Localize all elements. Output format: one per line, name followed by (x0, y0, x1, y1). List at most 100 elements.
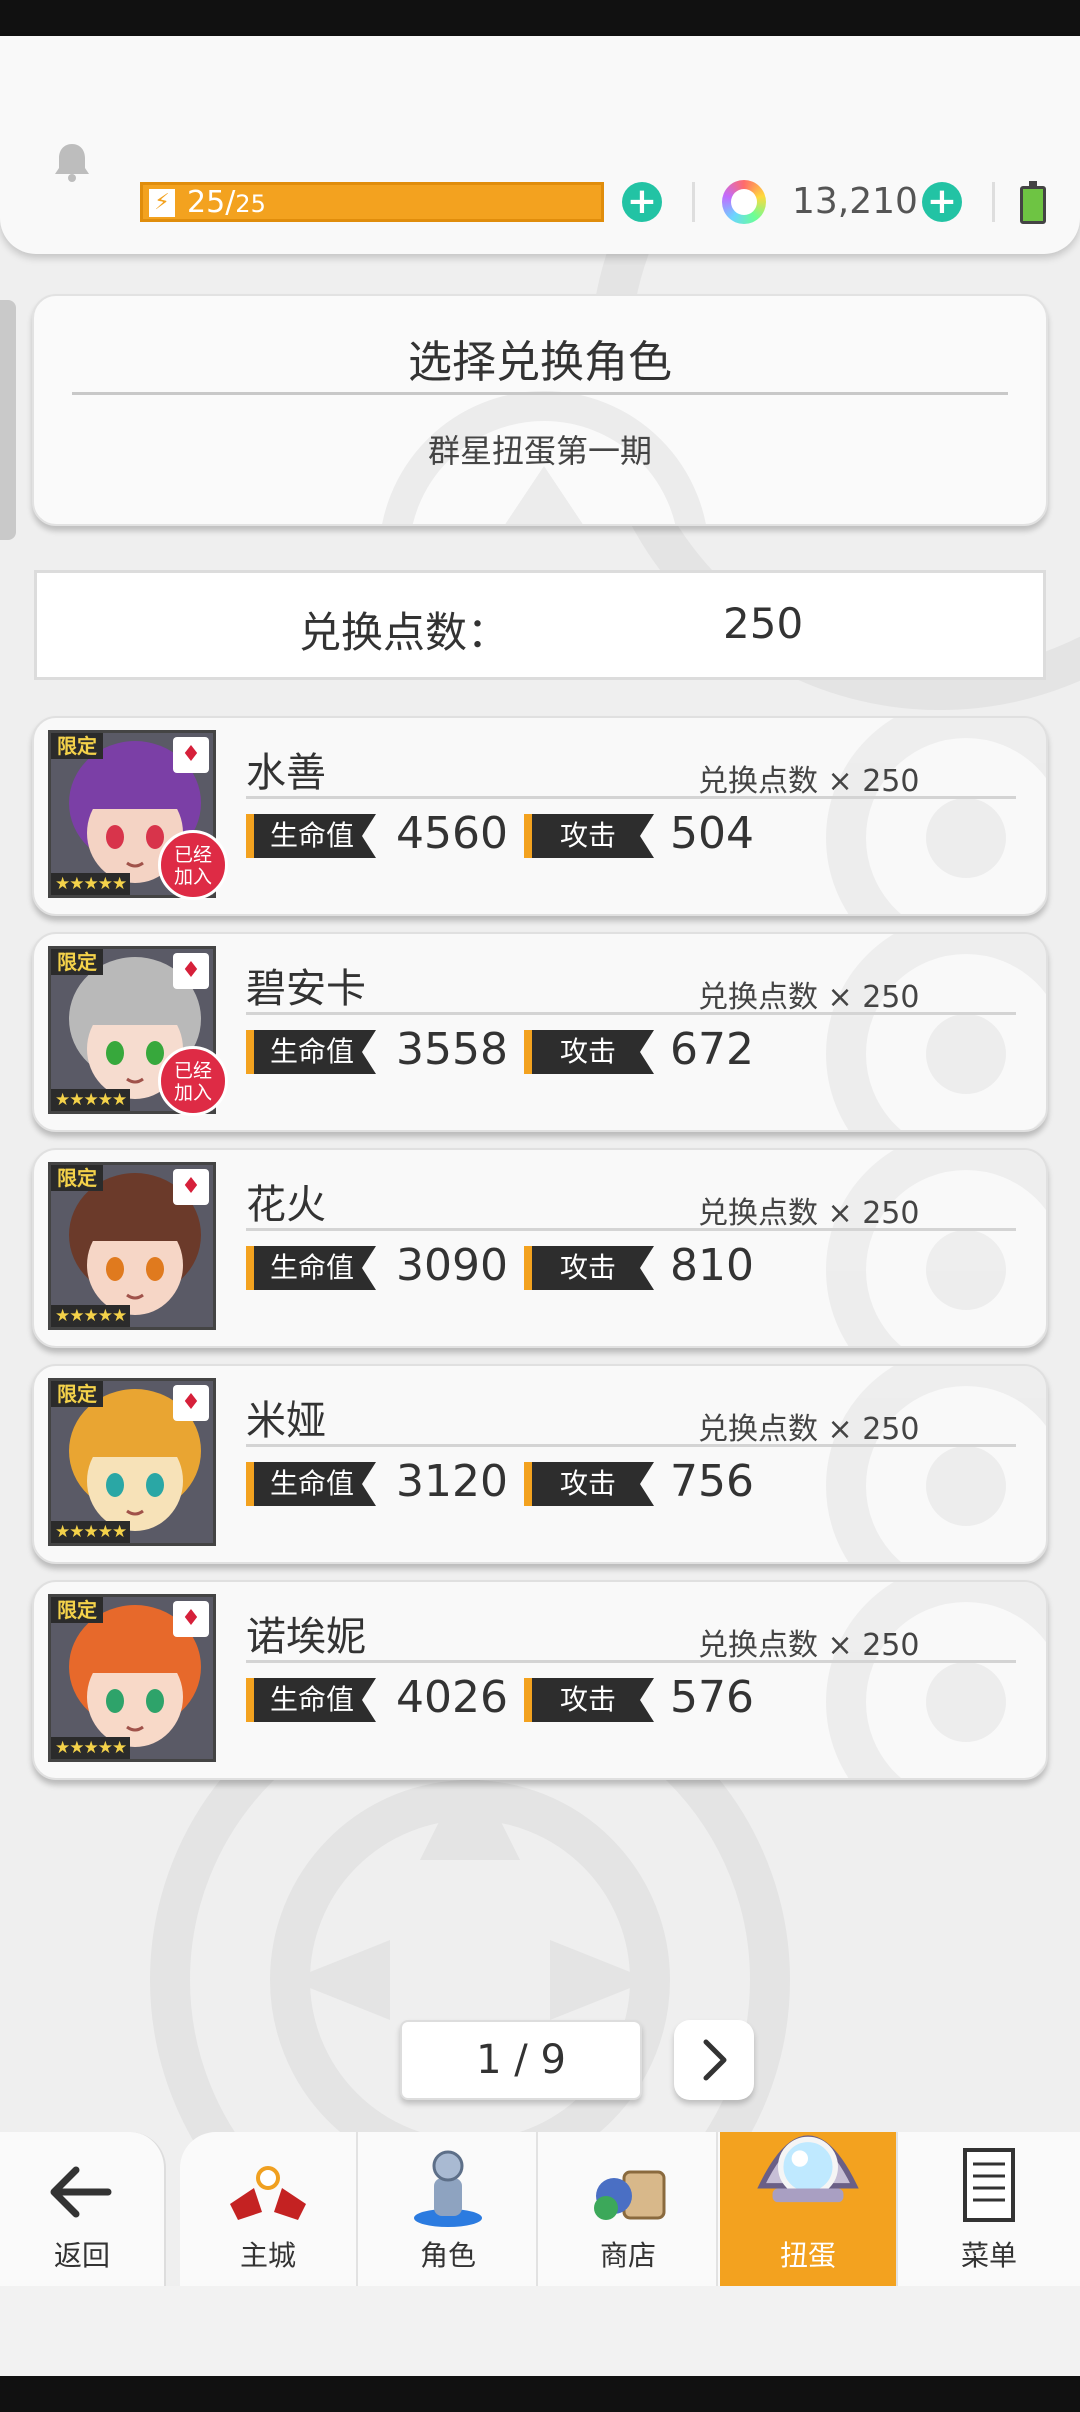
character-name: 诺埃妮 (246, 1614, 366, 1660)
character-name: 花火 (246, 1182, 326, 1228)
limited-tag: 限定 (51, 1597, 103, 1623)
card-decoration (826, 718, 1046, 914)
character-icon (414, 2150, 482, 2227)
card-decoration (826, 1582, 1046, 1778)
character-card[interactable]: 限定 ♦ ★★★★★ 米娅 兑换点数 × 250 生命值 3120 攻击 756 (32, 1364, 1048, 1564)
character-card[interactable]: 限定 ♦ ★★★★★ 诺埃妮 兑换点数 × 250 生命值 4026 攻击 576 (32, 1580, 1048, 1780)
gem-icon (722, 180, 766, 224)
system-navigation-bar (0, 2376, 1080, 2412)
attack-label: 攻击 (524, 1246, 654, 1290)
attack-value: 672 (670, 1024, 754, 1075)
nav-label: 主城 (239, 2239, 296, 2272)
arrow-left-icon (50, 2166, 112, 2218)
exchange-cost: 兑换点数 × 250 (698, 1196, 920, 1231)
exchange-title-card: 选择兑换角色 群星扭蛋第一期 (32, 294, 1048, 526)
limited-tag: 限定 (51, 949, 103, 975)
star-rating: ★★★★★ (51, 1737, 131, 1759)
energy-current: 25 (187, 185, 226, 220)
energy-bar: ⚡ 25/25 (140, 182, 604, 222)
nav-tab-shop[interactable]: 商店 (540, 2132, 718, 2286)
hp-label: 生命值 (246, 1030, 376, 1074)
attack-label: 攻击 (524, 814, 654, 858)
page-title: 选择兑换角色 (408, 337, 672, 388)
hp-value: 4560 (396, 808, 508, 859)
divider (246, 1444, 1016, 1447)
card-decoration (826, 1366, 1046, 1562)
star-rating: ★★★★★ (51, 1089, 131, 1111)
star-rating: ★★★★★ (51, 1521, 131, 1543)
card-decoration (826, 934, 1046, 1130)
exchange-cost: 兑换点数 × 250 (698, 1412, 920, 1447)
energy-counter: 25/25 (187, 185, 266, 222)
side-drawer-handle[interactable] (0, 300, 16, 540)
divider (246, 1012, 1016, 1015)
joined-badge: 已经加入 (158, 1046, 228, 1116)
star-rating: ★★★★★ (51, 1305, 131, 1327)
divider (246, 1660, 1016, 1663)
status-bar (0, 0, 1080, 36)
nav-tab-castle[interactable]: 主城 (180, 2132, 358, 2286)
notification-bell-icon[interactable] (50, 140, 94, 184)
divider (992, 182, 995, 222)
character-card[interactable]: 限定 ♦ ★★★★★ 已经加入 水善 兑换点数 × 250 生命值 4560 攻击 504 (32, 716, 1048, 916)
diamond-rarity-icon: ♦ (173, 1385, 209, 1421)
back-label: 返回 (53, 2239, 110, 2272)
limited-tag: 限定 (51, 1165, 103, 1191)
attack-label: 攻击 (524, 1462, 654, 1506)
nav-footer (0, 2286, 1080, 2376)
attack-value: 504 (670, 808, 754, 859)
bottom-navigation: 返回 主城 角色 商店 扭蛋 菜单 (0, 2132, 1080, 2376)
hp-value: 3120 (396, 1456, 508, 1507)
divider (72, 392, 1008, 395)
nav-tabs: 主城 角色 商店 扭蛋 菜单 (180, 2132, 1080, 2286)
diamond-rarity-icon: ♦ (173, 737, 209, 773)
hp-label: 生命值 (246, 1462, 376, 1506)
exchange-cost: 兑换点数 × 250 (698, 980, 920, 1015)
add-gems-button[interactable]: + (922, 182, 962, 222)
divider (246, 796, 1016, 799)
nav-label: 商店 (599, 2239, 656, 2272)
back-button[interactable]: 返回 (0, 2132, 166, 2286)
attack-label: 攻击 (524, 1030, 654, 1074)
character-card[interactable]: 限定 ♦ ★★★★★ 已经加入 碧安卡 兑换点数 × 250 生命值 3558 攻击 672 (32, 932, 1048, 1132)
nav-tab-character[interactable]: 角色 (360, 2132, 538, 2286)
exchange-points-box: 兑换点数： 250 (34, 570, 1046, 680)
character-portrait: 限定 ♦ ★★★★★ (48, 1378, 216, 1546)
chevron-right-icon (703, 2039, 727, 2081)
diamond-rarity-icon: ♦ (173, 1169, 209, 1205)
gacha-series-name: 群星扭蛋第一期 (427, 432, 652, 470)
character-portrait: 限定 ♦ ★★★★★ (48, 1594, 216, 1762)
nav-tab-gacha[interactable]: 扭蛋 (720, 2132, 898, 2286)
diamond-rarity-icon: ♦ (173, 1601, 209, 1637)
gacha-icon (757, 2135, 859, 2203)
page-indicator: 1 / 9 (400, 2020, 642, 2100)
divider (246, 1228, 1016, 1231)
exchange-cost: 兑换点数 × 250 (698, 764, 920, 799)
nav-tab-menu[interactable]: 菜单 (900, 2132, 1078, 2286)
hp-value: 3090 (396, 1240, 508, 1291)
character-name: 水善 (246, 750, 326, 796)
character-name: 碧安卡 (246, 966, 366, 1012)
attack-value: 576 (670, 1672, 754, 1723)
points-label: 兑换点数： (299, 608, 510, 657)
diamond-rarity-icon: ♦ (173, 953, 209, 989)
energy-separator: / (225, 185, 236, 220)
attack-label: 攻击 (524, 1678, 654, 1722)
limited-tag: 限定 (51, 1381, 103, 1407)
add-energy-button[interactable]: + (622, 182, 662, 222)
nav-label: 角色 (419, 2239, 476, 2272)
hp-value: 4026 (396, 1672, 508, 1723)
castle-icon (230, 2166, 306, 2220)
character-card[interactable]: 限定 ♦ ★★★★★ 花火 兑换点数 × 250 生命值 3090 攻击 810 (32, 1148, 1048, 1348)
character-name: 米娅 (246, 1398, 326, 1444)
next-page-button[interactable] (674, 2020, 754, 2100)
nav-label: 菜单 (960, 2239, 1017, 2272)
card-decoration (826, 1150, 1046, 1346)
attack-value: 810 (670, 1240, 754, 1291)
limited-tag: 限定 (51, 733, 103, 759)
nav-label: 扭蛋 (779, 2239, 836, 2272)
shop-icon (594, 2170, 666, 2220)
energy-max: 25 (235, 190, 266, 218)
top-resource-bar: ⚡ 25/25 + 13,210 + (0, 36, 1080, 254)
exchange-cost: 兑换点数 × 250 (698, 1628, 920, 1663)
